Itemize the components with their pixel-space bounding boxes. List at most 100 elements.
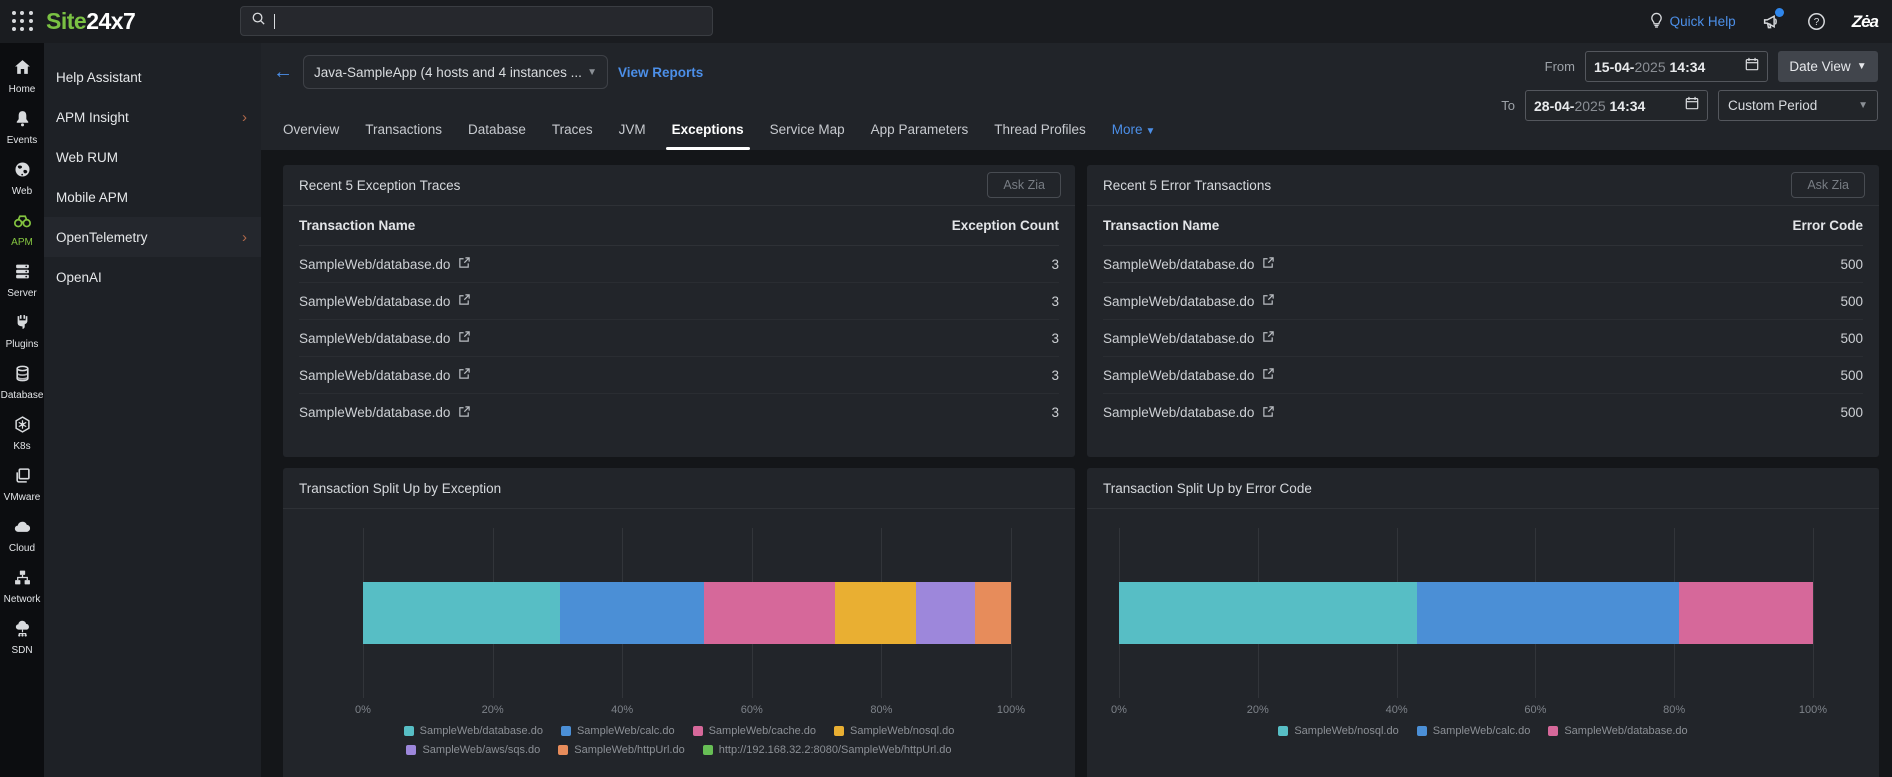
- stacked-bar: [1119, 582, 1813, 644]
- tab-thread-profiles[interactable]: Thread Profiles: [994, 122, 1086, 150]
- rail-item-plugins[interactable]: Plugins: [0, 308, 44, 357]
- panel-title: Recent 5 Exception Traces: [299, 177, 461, 193]
- legend-item[interactable]: SampleWeb/calc.do: [1416, 725, 1530, 737]
- legend-item[interactable]: SampleWeb/calc.do: [560, 725, 675, 737]
- legend-item[interactable]: SampleWeb/cache.do: [692, 725, 816, 737]
- legend-swatch: [692, 726, 703, 736]
- transaction-link[interactable]: SampleWeb/database.do: [1103, 293, 1275, 309]
- sidebar-item-openai[interactable]: OpenAI: [44, 257, 261, 297]
- rail-item-server[interactable]: Server: [0, 257, 44, 306]
- value-cell: 3: [1051, 256, 1059, 272]
- tab-bar: Overview Transactions Database Traces JVM Exc…: [283, 122, 1155, 150]
- calendar-icon[interactable]: [1685, 96, 1699, 115]
- transaction-link[interactable]: SampleWeb/database.do: [1103, 330, 1275, 346]
- tab-transactions[interactable]: Transactions: [365, 122, 442, 150]
- notification-badge: [1774, 8, 1784, 17]
- bar-segment[interactable]: [1119, 582, 1417, 644]
- tab-exceptions[interactable]: Exceptions: [665, 122, 750, 150]
- app-grid-icon[interactable]: [12, 10, 34, 33]
- sidebar-item-mobile-apm[interactable]: Mobile APM: [44, 177, 261, 217]
- bar-segment[interactable]: [834, 582, 917, 644]
- rail-item-network[interactable]: Network: [0, 563, 44, 612]
- bar-segment[interactable]: [704, 582, 835, 644]
- transaction-link[interactable]: SampleWeb/database.do: [299, 256, 471, 272]
- bar-segment[interactable]: [975, 582, 1011, 644]
- column-header-transaction-name: Transaction Name: [1103, 218, 1220, 233]
- app-selector-dropdown[interactable]: Java-SampleApp (4 hosts and 4 instances …: [303, 55, 608, 89]
- transaction-link[interactable]: SampleWeb/database.do: [1103, 256, 1275, 272]
- chevron-right-icon: ›: [242, 228, 247, 246]
- rail-item-cloud[interactable]: Cloud: [0, 512, 44, 561]
- quick-help-button[interactable]: Quick Help: [1649, 12, 1736, 31]
- tab-jvm[interactable]: JVM: [619, 122, 646, 150]
- rail-item-sdn[interactable]: SDN: [0, 614, 44, 663]
- transaction-link[interactable]: SampleWeb/database.do: [299, 293, 471, 309]
- search-input[interactable]: [240, 6, 713, 36]
- bar-segment[interactable]: [559, 582, 705, 644]
- rail-item-database[interactable]: Database: [0, 359, 44, 408]
- column-header-error-code: Error Code: [1792, 218, 1863, 233]
- rail-item-home[interactable]: Home: [0, 53, 44, 102]
- date-view-button[interactable]: Date View ▼: [1778, 51, 1878, 82]
- rail-item-k8s[interactable]: K8s: [0, 410, 44, 459]
- rail-item-web[interactable]: Web: [0, 155, 44, 204]
- tab-overview[interactable]: Overview: [283, 122, 339, 150]
- axis-tick-label: 20%: [481, 704, 504, 716]
- back-arrow-icon[interactable]: ←: [273, 62, 293, 82]
- tab-app-parameters[interactable]: App Parameters: [871, 122, 969, 150]
- chart-title: Transaction Split Up by Error Code: [1103, 480, 1312, 496]
- server-icon: [14, 263, 31, 285]
- legend-item[interactable]: SampleWeb/nosql.do: [1278, 725, 1399, 737]
- transaction-link[interactable]: SampleWeb/database.do: [1103, 367, 1275, 383]
- calendar-icon[interactable]: [1745, 57, 1759, 76]
- transaction-link[interactable]: SampleWeb/database.do: [299, 330, 471, 346]
- ask-zia-button[interactable]: Ask Zia: [1791, 172, 1865, 198]
- sdn-icon: [14, 620, 31, 642]
- table-row: SampleWeb/database.do 500: [1103, 320, 1863, 357]
- view-reports-link[interactable]: View Reports: [618, 65, 703, 80]
- table-row: SampleWeb/database.do 3: [299, 246, 1059, 283]
- legend-swatch: [1548, 726, 1559, 736]
- rail-item-apm[interactable]: APM: [0, 206, 44, 255]
- tab-more[interactable]: More ▼: [1112, 122, 1156, 150]
- legend-item[interactable]: SampleWeb/aws/sqs.do: [406, 744, 540, 756]
- sidebar-item-opentelemetry[interactable]: OpenTelemetry ›: [44, 217, 261, 257]
- tab-database[interactable]: Database: [468, 122, 526, 150]
- legend-item[interactable]: http://192.168.32.2:8080/SampleWeb/httpU…: [702, 744, 952, 756]
- x-axis: 0% 20% 40% 60% 80% 100%: [1111, 704, 1827, 721]
- legend-item[interactable]: SampleWeb/nosql.do: [834, 725, 954, 737]
- zia-icon[interactable]: Zėa: [1852, 12, 1879, 32]
- site24x7-logo[interactable]: Site24x7: [46, 8, 136, 35]
- bar-segment[interactable]: [1679, 582, 1813, 644]
- sidebar-item-apm-insight[interactable]: APM Insight ›: [44, 97, 261, 137]
- transaction-link[interactable]: SampleWeb/database.do: [299, 405, 471, 421]
- chart-legend: SampleWeb/database.do SampleWeb/calc.do …: [379, 725, 979, 756]
- external-link-icon: [1262, 293, 1275, 309]
- rail-item-vmware[interactable]: VMware: [0, 461, 44, 510]
- from-date-input[interactable]: 15-04-2025 14:34: [1585, 51, 1768, 82]
- transaction-link[interactable]: SampleWeb/database.do: [1103, 405, 1275, 421]
- announcements-icon[interactable]: [1762, 8, 1784, 31]
- bar-segment[interactable]: [363, 582, 560, 644]
- network-icon: [14, 569, 31, 591]
- transaction-link[interactable]: SampleWeb/database.do: [299, 367, 471, 383]
- axis-tick-label: 20%: [1246, 704, 1269, 716]
- legend-item[interactable]: SampleWeb/httpUrl.do: [558, 744, 685, 756]
- external-link-icon: [458, 330, 471, 346]
- help-icon[interactable]: ?: [1807, 12, 1826, 31]
- column-header-exception-count: Exception Count: [951, 218, 1059, 233]
- ask-zia-button[interactable]: Ask Zia: [987, 172, 1061, 198]
- gridline: [1813, 528, 1814, 698]
- legend-item[interactable]: SampleWeb/database.do: [1548, 725, 1688, 737]
- legend-item[interactable]: SampleWeb/database.do: [403, 725, 543, 737]
- tab-service-map[interactable]: Service Map: [770, 122, 845, 150]
- vmware-icon: [14, 467, 31, 489]
- bar-segment[interactable]: [916, 582, 976, 644]
- bar-segment[interactable]: [1416, 582, 1680, 644]
- sidebar-item-web-rum[interactable]: Web RUM: [44, 137, 261, 177]
- custom-period-select[interactable]: Custom Period ▼: [1718, 90, 1878, 121]
- tab-traces[interactable]: Traces: [552, 122, 593, 150]
- sidebar-item-help-assistant[interactable]: Help Assistant: [44, 57, 261, 97]
- rail-item-events[interactable]: Events: [0, 104, 44, 153]
- to-date-input[interactable]: 28-04-2025 14:34: [1525, 90, 1708, 121]
